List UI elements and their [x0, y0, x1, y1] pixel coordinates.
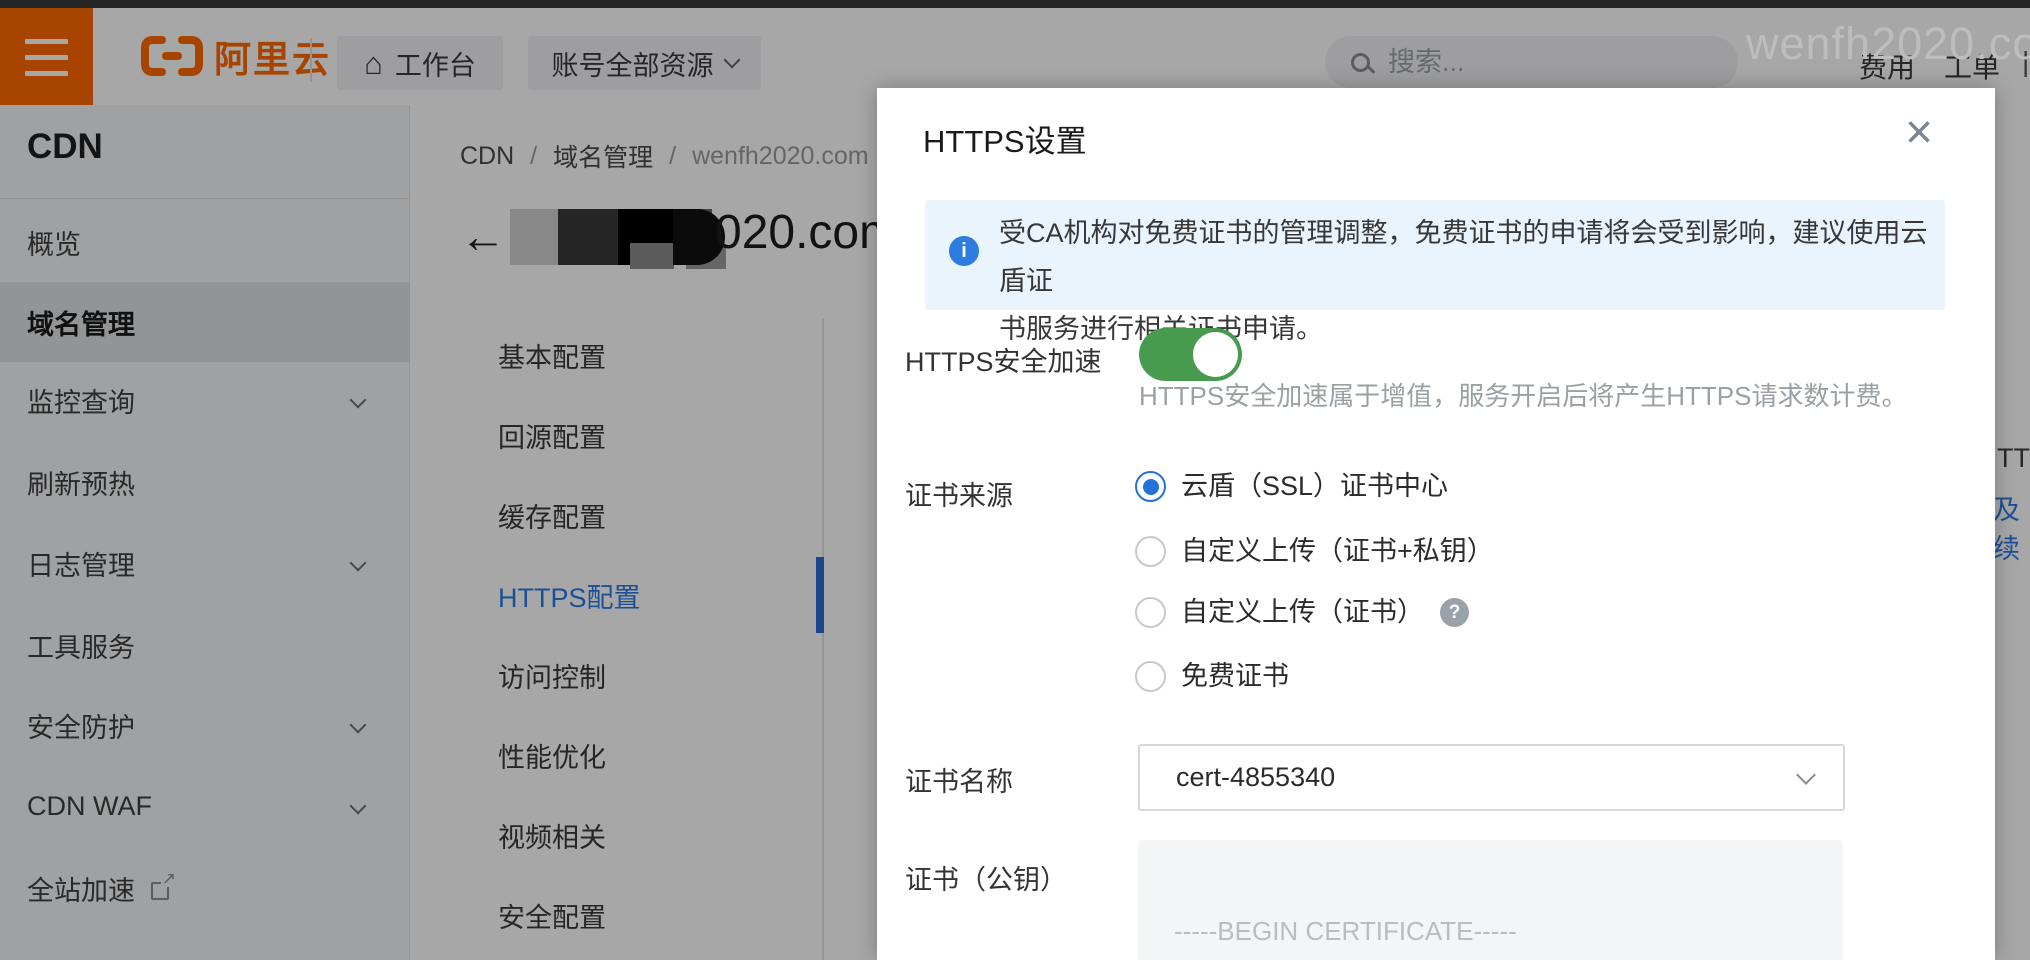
- cert-name-select[interactable]: cert-4855340: [1138, 744, 1845, 811]
- https-settings-modal: HTTPS设置 × i 受CA机构对免费证书的管理调整，免费证书的申请将会受到影…: [877, 88, 1995, 960]
- info-banner-text: 受CA机构对免费证书的管理调整，免费证书的申请将会受到影响，建议使用云盾证 书服…: [999, 218, 1928, 344]
- cert-name-label: 证书名称: [905, 767, 1013, 797]
- cert-public-key-label: 证书（公钥）: [905, 865, 1067, 895]
- close-icon[interactable]: ×: [1893, 106, 1945, 159]
- cert-public-key-textarea[interactable]: -----BEGIN CERTIFICATE----- MIIFjDCCBHSg…: [1138, 840, 1843, 960]
- screen: 阿里云 ⌂ 工作台 账号全部资源 费用 工单 | CDN 概览 域名管理 监控查…: [0, 0, 2030, 960]
- info-icon: i: [949, 236, 979, 266]
- help-icon[interactable]: ?: [1440, 598, 1469, 627]
- radio-option-cloud-ssl[interactable]: 云盾（SSL）证书中心: [1135, 471, 1448, 502]
- radio-option-custom-cert[interactable]: 自定义上传（证书） ?: [1135, 597, 1469, 628]
- modal-title: HTTPS设置: [923, 124, 1087, 159]
- info-banner: i 受CA机构对免费证书的管理调整，免费证书的申请将会受到影响，建议使用云盾证 …: [925, 200, 1945, 344]
- cert-public-key-content: -----BEGIN CERTIFICATE----- MIIFjDCCBHSg…: [1174, 916, 1517, 946]
- cert-source-label: 证书来源: [905, 481, 1013, 511]
- toggle-knob: [1193, 332, 1238, 377]
- radio-unselected-icon: [1135, 661, 1166, 692]
- radio-selected-icon: [1135, 471, 1166, 502]
- https-toggle-helper: HTTPS安全加速属于增值，服务开启后将产生HTTPS请求数计费。: [1139, 381, 1908, 411]
- radio-unselected-icon: [1135, 536, 1166, 567]
- https-toggle-switch[interactable]: [1139, 328, 1242, 381]
- radio-option-free-cert[interactable]: 免费证书: [1135, 661, 1289, 692]
- chevron-down-icon: [1796, 764, 1816, 785]
- radio-unselected-icon: [1135, 597, 1166, 628]
- https-toggle-label: HTTPS安全加速: [905, 347, 1102, 377]
- radio-option-custom-cert-key[interactable]: 自定义上传（证书+私钥）: [1135, 536, 1494, 567]
- cert-name-value: cert-4855340: [1176, 762, 1336, 792]
